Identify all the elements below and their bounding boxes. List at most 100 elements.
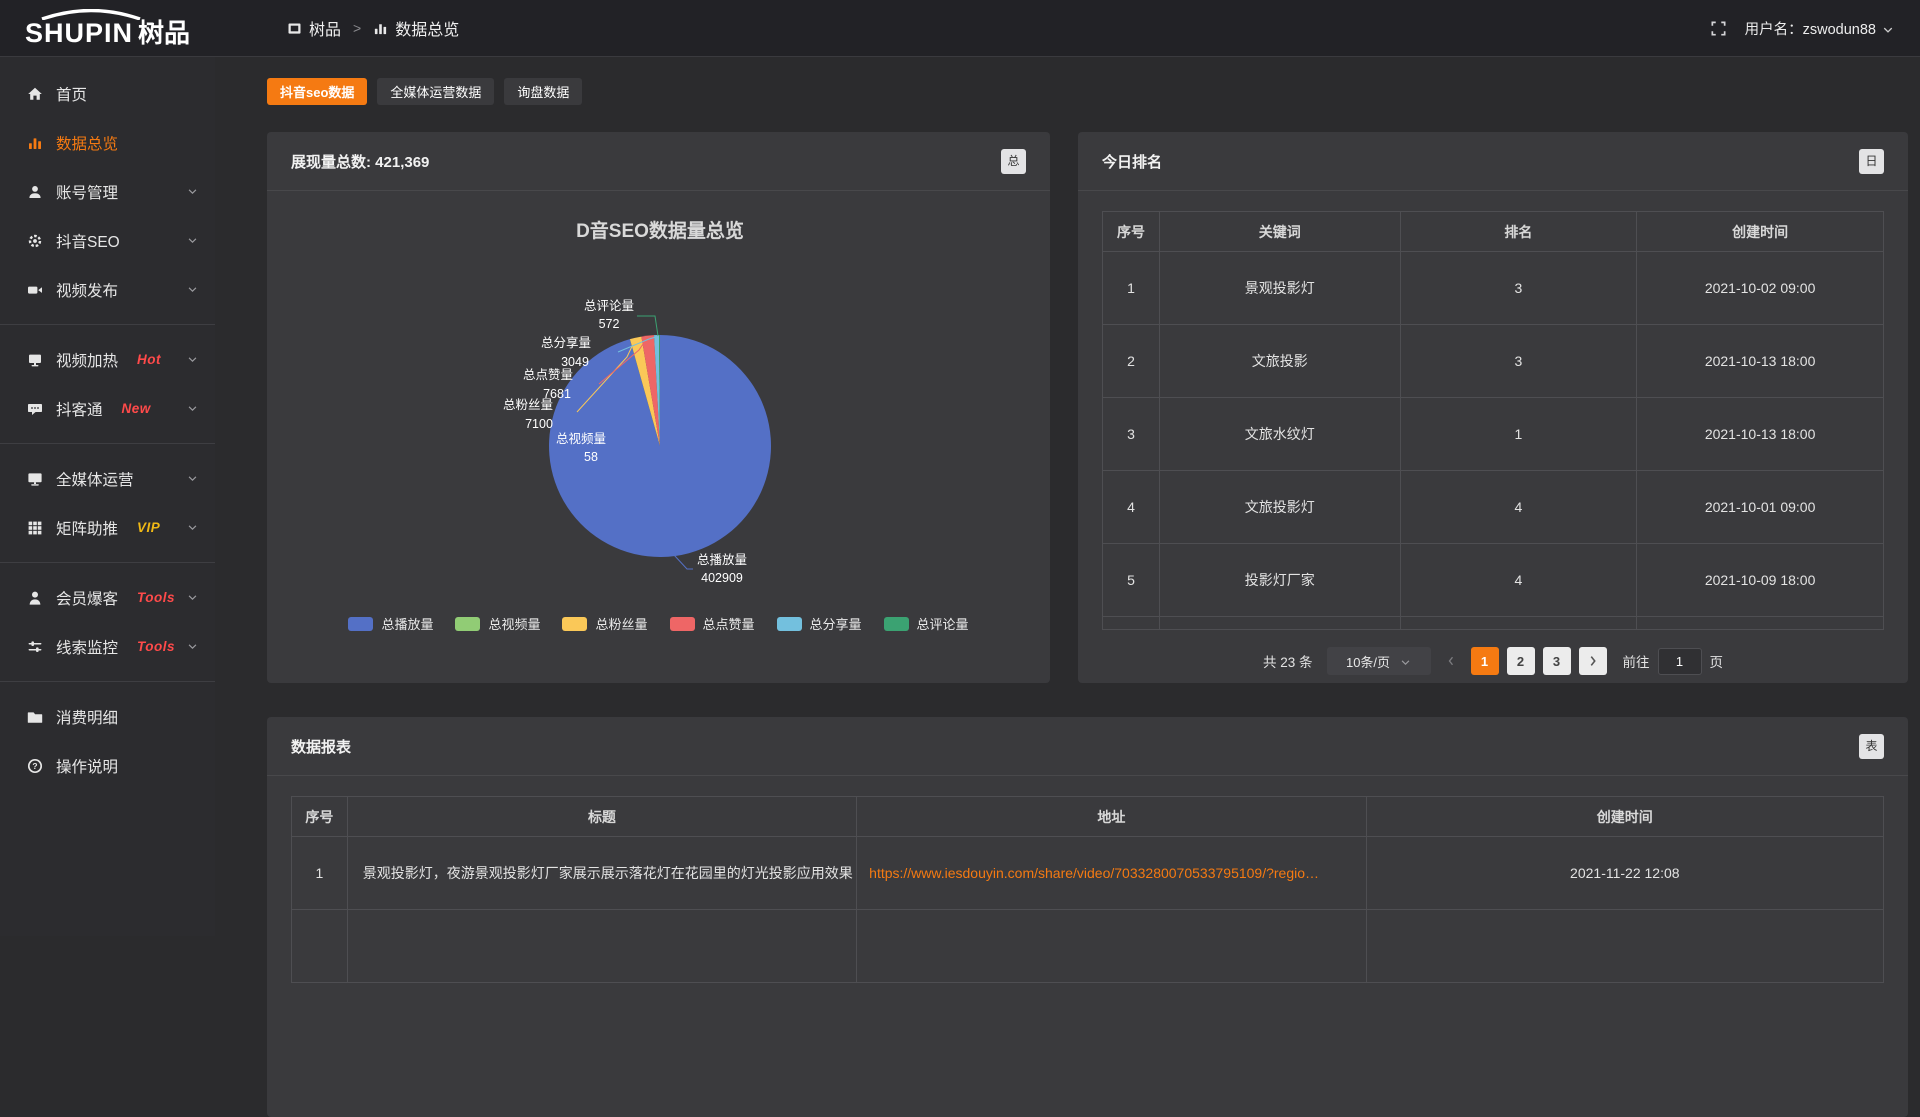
sidebar-item-douketong[interactable]: 抖客通 New [0,384,215,433]
sidebar-item-matrix-boost[interactable]: 矩阵助推VIP [0,503,215,552]
table-cell: 2021-10-01 09:00 [1637,471,1884,544]
page-number-2[interactable]: 2 [1507,647,1535,675]
sidebar-item-consume-detail[interactable]: 消费明细 [0,692,215,741]
sidebar-divider [0,324,215,325]
table-cell: 2021-10-13 18:00 [1637,398,1884,471]
legend-item-总点赞量[interactable]: 总点赞量 [670,614,755,633]
sidebar-item-video-heat[interactable]: 视频加热Hot [0,335,215,384]
sidebar-item-media-ops[interactable]: 全媒体运营 [0,454,215,503]
fullscreen-icon[interactable] [1710,20,1727,37]
sidebar-item-label: 会员爆客 [56,587,118,609]
breadcrumb-item-data-overview[interactable]: 数据总览 [373,16,459,40]
sidebar-divider [0,443,215,444]
top-header: SHUPIN 树品 树品>数据总览 用户名：zswodun88 [0,0,1920,57]
pie-label-line [637,316,658,336]
legend-item-总播放量[interactable]: 总播放量 [348,614,433,633]
next-page-button[interactable] [1579,647,1607,675]
table-header-row: 序号关键词排名创建时间 [1103,212,1884,252]
legend-swatch [562,617,587,631]
bar-chart-icon [373,21,388,36]
header-right: 用户名：zswodun88 [1710,18,1894,39]
chart-legend: 总播放量 总视频量 总粉丝量 总点赞量 总分享量 总评论量 [291,614,1026,633]
sidebar-item-video-publish[interactable]: 视频发布 [0,265,215,314]
table-cell: 2021-10-02 09:00 [1637,252,1884,325]
video-url-link[interactable]: https://www.iesdouyin.com/share/video/70… [869,865,1319,881]
video-title: 景观投影灯，夜游景观投影灯厂家展示展示落花灯在花园里的灯光投影应用效果 # [347,837,856,910]
sidebar: 首页数据总览账号管理抖音SEO视频发布视频加热Hot 抖客通 New 全媒体运营矩阵助… [0,57,215,936]
prev-page-button[interactable] [1439,647,1463,675]
home-icon [26,86,43,102]
legend-item-总评论量[interactable]: 总评论量 [884,614,969,633]
chevron-down-icon [187,473,198,484]
sidebar-item-member[interactable]: 会员爆客 Tools [0,573,215,622]
sidebar-item-clue-monitor[interactable]: 线索监控Tools [0,622,215,671]
table-cell: 文旅投影灯 [1160,471,1401,544]
page-size-select[interactable]: 10条/页 [1327,647,1431,675]
day-toggle-button[interactable]: 日 [1859,149,1884,174]
page-number-3[interactable]: 3 [1543,647,1571,675]
sidebar-item-help[interactable]: ? 操作说明 [0,741,215,790]
sidebar-item-badge: New [122,401,151,416]
table-row: 5投影灯厂家42021-10-09 18:00 [1103,544,1884,617]
pagination-total: 共 23 条 [1263,651,1313,671]
legend-item-总粉丝量[interactable]: 总粉丝量 [562,614,647,633]
goto-page-input[interactable] [1658,648,1702,675]
table-header-row: 序号标题地址创建时间 [292,797,1884,837]
legend-item-总视频量[interactable]: 总视频量 [455,614,540,633]
legend-swatch [348,617,373,631]
sidebar-item-data-overview[interactable]: 数据总览 [0,118,215,167]
rank-card-title: 今日排名 [1102,151,1162,172]
data-tabs: 抖音seo数据全媒体运营数据询盘数据 [267,78,1908,105]
seo-data-card: 展现量总数: 421,369 总 总播放量402909总视频量58总粉丝量710… [267,132,1050,683]
tab-inquiry-data[interactable]: 询盘数据 [504,78,582,105]
chevron-down-icon [187,522,198,533]
question-icon: ? [26,758,43,774]
report-card-title: 数据报表 [291,736,351,757]
table-row: 3文旅水纹灯12021-10-13 18:00 [1103,398,1884,471]
column-header: 关键词 [1160,212,1401,252]
today-rank-card: 今日排名 日 序号关键词排名创建时间1景观投影灯32021-10-02 09:0… [1078,132,1908,683]
sidebar-item-account[interactable]: 账号管理 [0,167,215,216]
table-row-clipped [1103,617,1884,630]
app-logo[interactable]: SHUPIN 树品 [25,9,190,47]
legend-label: 总分享量 [810,614,862,633]
column-header: 排名 [1400,212,1637,252]
sidebar-item-home[interactable]: 首页 [0,69,215,118]
pie-label-name: 总播放量 [697,552,747,567]
pie-label-value: 58 [584,450,598,464]
page-number-1[interactable]: 1 [1471,647,1499,675]
breadcrumb-item-shupin[interactable]: 树品 [287,16,341,40]
user-menu[interactable]: 用户名：zswodun88 [1745,18,1894,39]
table-row: 4文旅投影灯42021-10-01 09:00 [1103,471,1884,544]
column-header: 地址 [857,797,1366,837]
table-cell: 3 [1400,325,1637,398]
table-toggle-button[interactable]: 表 [1859,734,1884,759]
pie-label-name: 总视频量 [556,431,606,446]
legend-label: 总点赞量 [703,614,755,633]
rank-table: 序号关键词排名创建时间1景观投影灯32021-10-02 09:002文旅投影3… [1102,211,1884,630]
column-header: 创建时间 [1637,212,1884,252]
sidebar-item-label: 抖客通 [56,398,103,420]
sidebar-item-label: 操作说明 [56,755,118,777]
legend-item-总分享量[interactable]: 总分享量 [777,614,862,633]
pie-label-value: 7100 [525,417,553,431]
table-cell: 3 [1400,252,1637,325]
table-cell: 4 [1400,544,1637,617]
chevron-down-icon [187,186,198,197]
total-toggle-button[interactable]: 总 [1001,149,1026,174]
pie-label-name: 总评论量 [584,299,634,313]
sidebar-item-badge: Tools [137,590,175,605]
sidebar-divider [0,681,215,682]
tab-media-ops-data[interactable]: 全媒体运营数据 [377,78,494,105]
table-cell: 5 [1103,544,1160,617]
sidebar-item-douyin-seo[interactable]: 抖音SEO [0,216,215,265]
pie-chart: 总播放量402909总视频量58总粉丝量7100总点赞量7681总分享量3049… [291,197,1026,599]
table-cell: 1 [1400,398,1637,471]
tab-douyin-seo-data[interactable]: 抖音seo数据 [267,78,367,105]
svg-text:?: ? [32,761,37,771]
chevron-down-icon [187,592,198,603]
create-time: 2021-11-22 12:08 [1366,837,1883,910]
sidebar-item-badge: Hot [137,352,161,367]
goto-unit: 页 [1710,651,1724,671]
grid-icon [26,520,43,536]
